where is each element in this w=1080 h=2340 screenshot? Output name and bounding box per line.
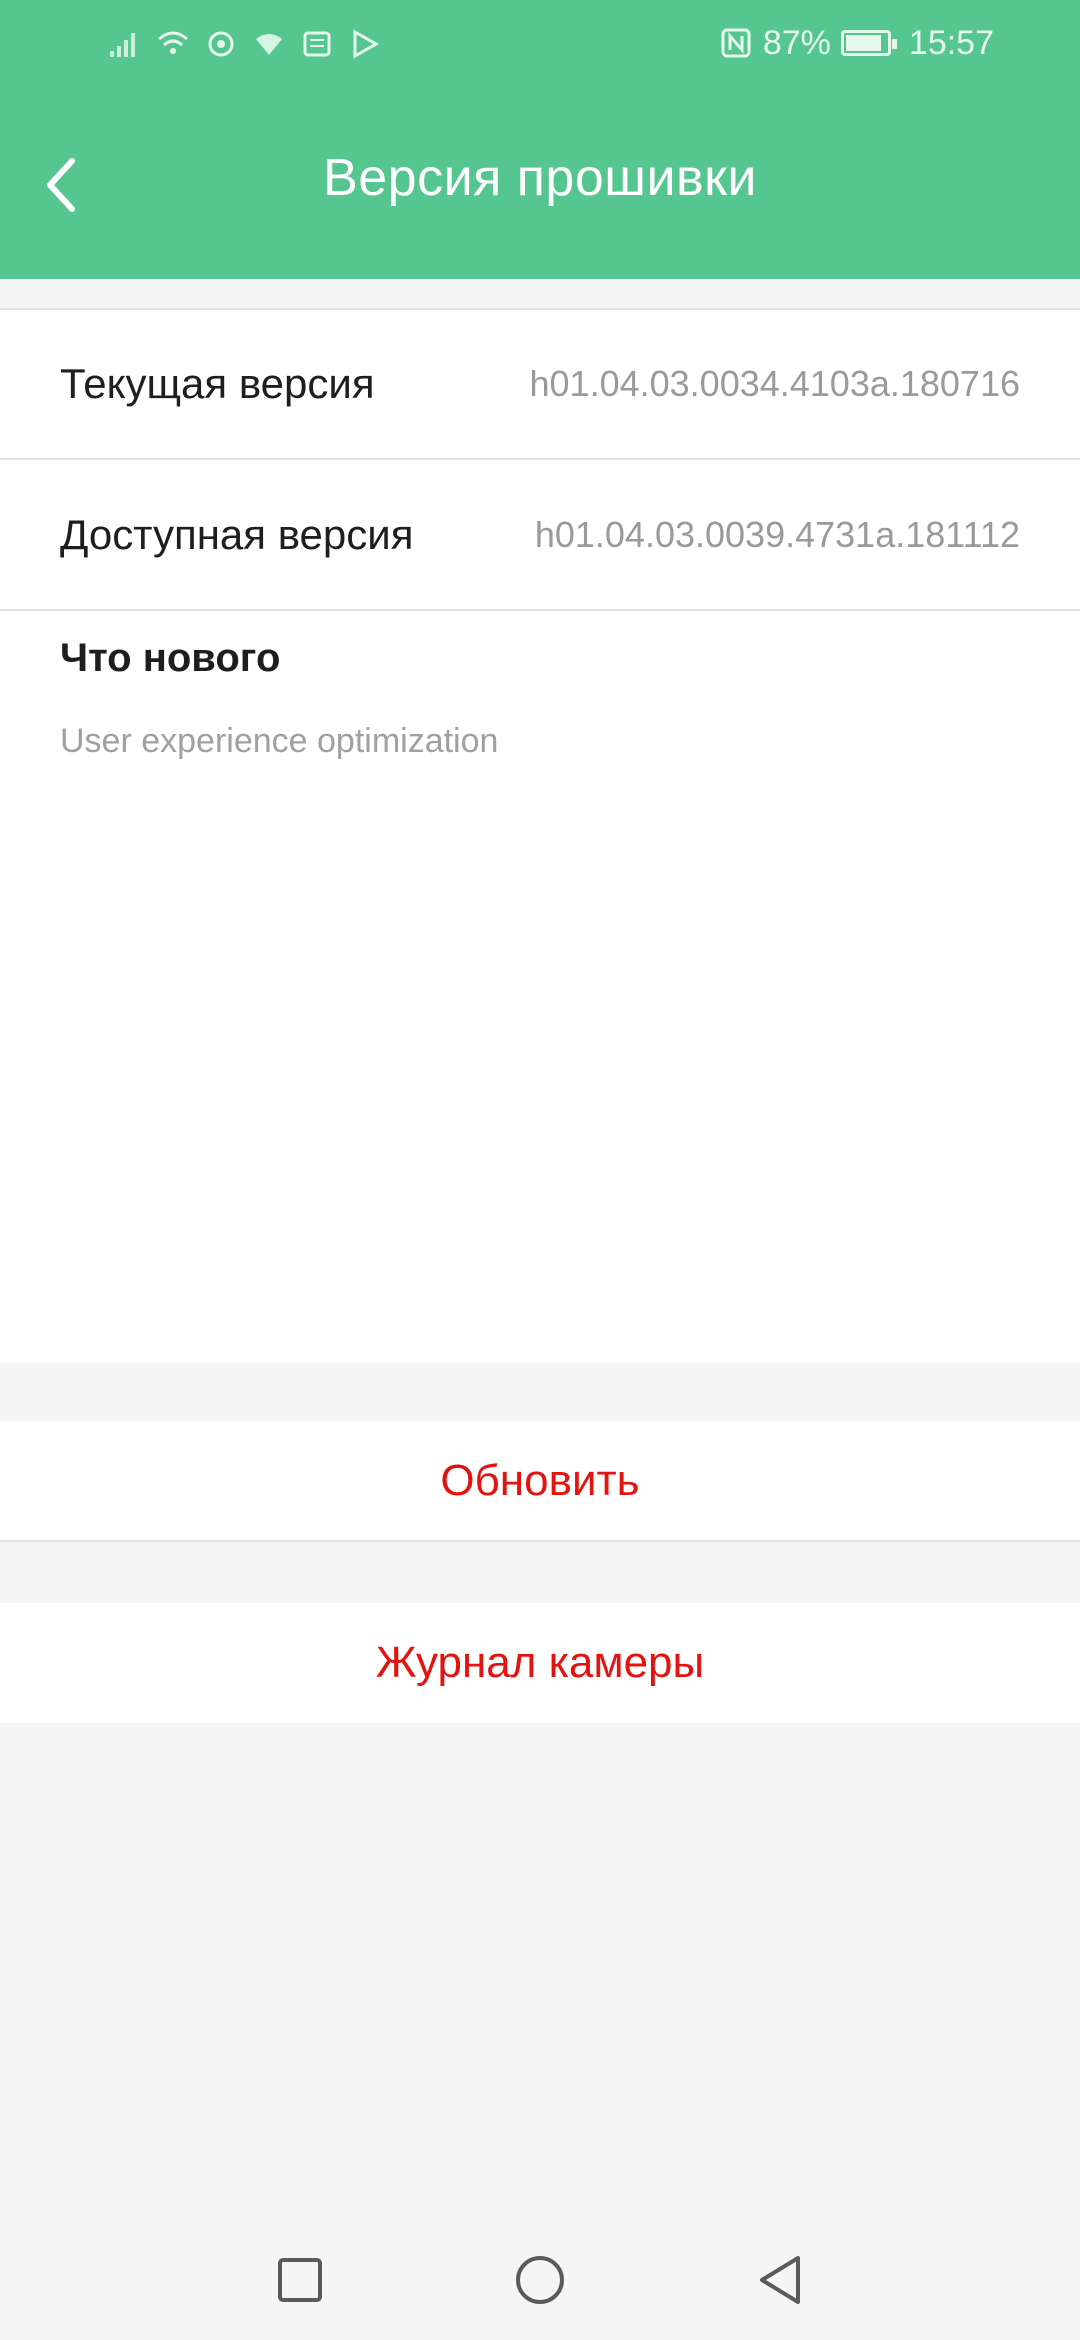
update-button[interactable]: Обновить <box>0 1422 1080 1542</box>
available-version-label: Доступная версия <box>60 511 414 558</box>
wifi-calling-icon <box>158 31 188 54</box>
vpn-icon <box>208 31 234 57</box>
whats-new-text: User experience optimization <box>60 722 499 760</box>
current-version-row: Текущая версия h01.04.03.0034.4103a.1807… <box>0 310 1080 460</box>
clock: 15:57 <box>908 23 994 62</box>
status-icons-left <box>108 24 382 64</box>
system-nav-bar <box>0 2220 1080 2340</box>
available-version-row: Доступная версия h01.04.03.0039.4731a.18… <box>0 461 1080 611</box>
camera-log-button[interactable]: Журнал камеры <box>0 1603 1080 1723</box>
battery-percent: 87% <box>762 23 831 62</box>
app-header: 87% 15:57 Версия прошивки <box>0 0 1080 279</box>
wifi-icon <box>256 34 282 55</box>
back-nav-icon[interactable] <box>750 2250 810 2310</box>
page-title: Версия прошивки <box>323 149 757 207</box>
available-version-value: h01.04.03.0039.4731a.181112 <box>534 514 1020 555</box>
signal-icon <box>110 33 135 57</box>
battery-fill <box>845 35 881 51</box>
status-icons-right: 87% 15:57 <box>719 18 994 68</box>
play-store-icon <box>353 29 380 59</box>
recents-icon[interactable] <box>270 2250 330 2310</box>
current-version-value: h01.04.03.0034.4103a.180716 <box>529 363 1020 404</box>
message-icon <box>303 31 331 57</box>
battery-icon <box>840 30 897 56</box>
nfc-icon <box>721 28 751 58</box>
current-version-label: Текущая версия <box>60 360 375 407</box>
divider <box>0 308 1080 310</box>
status-bar: 87% 15:57 <box>0 0 1080 86</box>
home-icon[interactable] <box>510 2250 570 2310</box>
whats-new-title: Что нового <box>60 636 281 680</box>
